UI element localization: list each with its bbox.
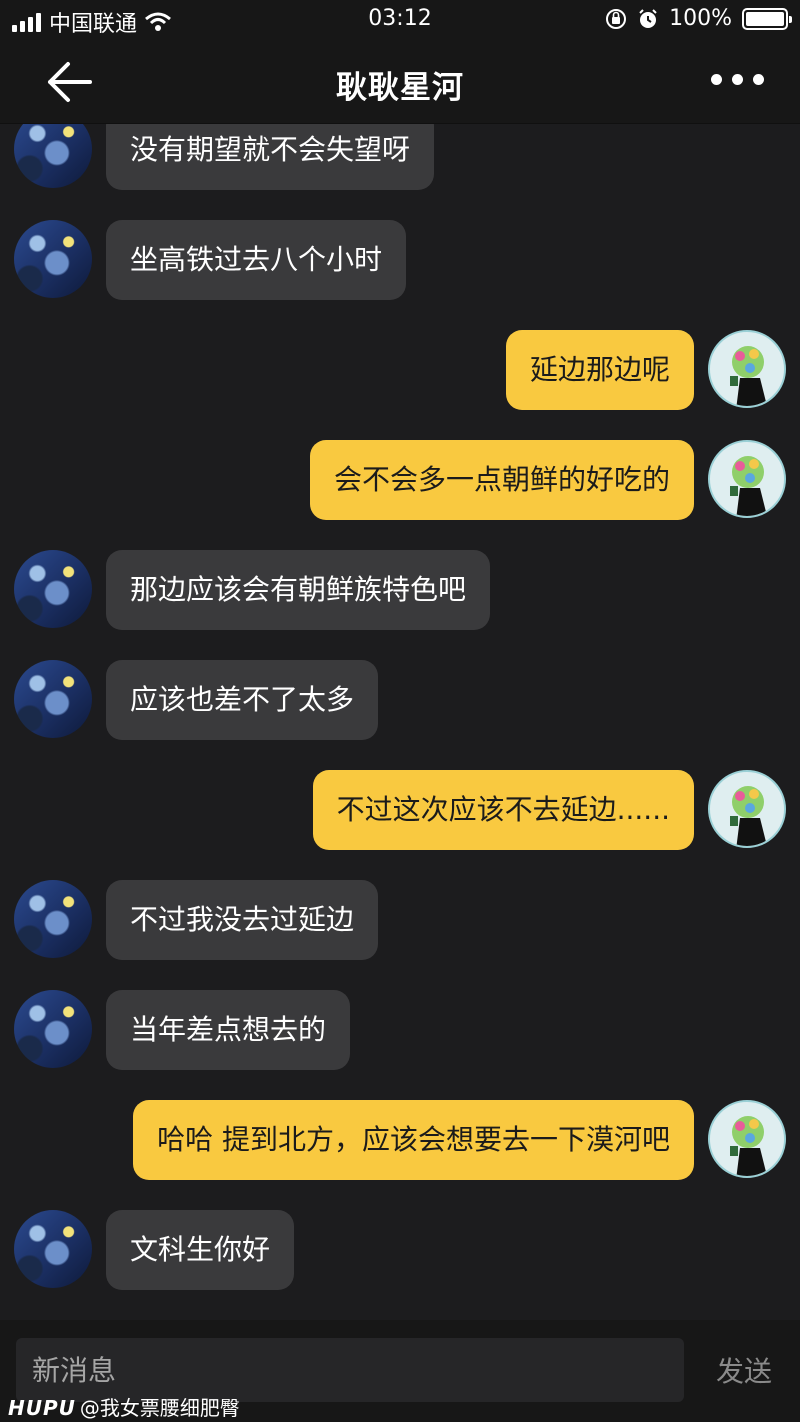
message-item: 文科生你好 bbox=[0, 1210, 800, 1290]
more-options-icon[interactable] bbox=[711, 74, 764, 85]
message-item: 延边那边呢 bbox=[0, 330, 800, 410]
message-item: 会不会多一点朝鲜的好吃的 bbox=[0, 440, 800, 520]
battery-icon bbox=[742, 7, 792, 30]
user-avatar-icon bbox=[730, 456, 767, 516]
user-avatar-icon bbox=[730, 346, 767, 406]
message-item: 当年差点想去的 bbox=[0, 990, 800, 1070]
received-message-bubble[interactable]: 当年差点想去的 bbox=[106, 990, 351, 1070]
status-icons: 100% bbox=[605, 6, 792, 31]
sent-message-bubble[interactable]: 会不会多一点朝鲜的好吃的 bbox=[309, 440, 694, 520]
contact-avatar[interactable] bbox=[14, 990, 92, 1068]
chat-title: 耿耿星河 bbox=[336, 70, 464, 106]
contact-avatar[interactable] bbox=[14, 550, 92, 628]
message-item: 那边应该会有朝鲜族特色吧 bbox=[0, 550, 800, 630]
received-message-bubble[interactable]: 文科生你好 bbox=[106, 1210, 295, 1290]
message-item: 不过这次应该不去延边...... bbox=[0, 770, 800, 850]
watermark-brand: HUPU bbox=[8, 1396, 76, 1420]
nav-bar: 耿耿星河 bbox=[0, 40, 800, 124]
sent-message-bubble[interactable]: 不过这次应该不去延边...... bbox=[312, 770, 694, 850]
battery-percent: 100% bbox=[669, 6, 732, 31]
status-bar: 中国联通 03:12 100% bbox=[0, 0, 800, 40]
message-item: 哈哈 提到北方，应该会想要去一下漠河吧 bbox=[0, 1100, 800, 1180]
message-item: 没有期望就不会失望呀 bbox=[0, 124, 800, 190]
message-item: 坐高铁过去八个小时 bbox=[0, 220, 800, 300]
received-message-bubble[interactable]: 坐高铁过去八个小时 bbox=[106, 220, 407, 300]
message-item: 不过我没去过延边 bbox=[0, 880, 800, 960]
watermark: HUPU @我女票腰细肥臀 bbox=[8, 1392, 240, 1421]
contact-avatar[interactable] bbox=[14, 660, 92, 738]
user-avatar[interactable] bbox=[708, 770, 786, 848]
sent-message-bubble[interactable]: 延边那边呢 bbox=[505, 330, 694, 410]
send-button[interactable]: 发送 bbox=[716, 1350, 772, 1390]
contact-avatar[interactable] bbox=[14, 220, 92, 298]
received-message-bubble[interactable]: 不过我没去过延边 bbox=[106, 880, 379, 960]
contact-avatar[interactable] bbox=[14, 1210, 92, 1288]
message-item: 应该也差不了太多 bbox=[0, 660, 800, 740]
user-avatar[interactable] bbox=[708, 330, 786, 408]
received-message-bubble[interactable]: 应该也差不了太多 bbox=[106, 660, 379, 740]
watermark-user: @我女票腰细肥臀 bbox=[79, 1396, 240, 1420]
chat-list[interactable]: 没有期望就不会失望呀 坐高铁过去八个小时 延边那边呢 会不会多一点朝鲜的好吃的 bbox=[0, 124, 800, 1320]
sent-message-bubble[interactable]: 哈哈 提到北方，应该会想要去一下漠河吧 bbox=[133, 1100, 694, 1180]
user-avatar-icon bbox=[730, 786, 767, 846]
contact-avatar[interactable] bbox=[14, 124, 92, 188]
alarm-icon bbox=[639, 8, 657, 28]
user-avatar[interactable] bbox=[708, 1100, 786, 1178]
contact-avatar[interactable] bbox=[14, 880, 92, 958]
user-avatar[interactable] bbox=[708, 440, 786, 518]
received-message-bubble[interactable]: 没有期望就不会失望呀 bbox=[106, 124, 435, 190]
orientation-lock-icon bbox=[606, 8, 627, 29]
received-message-bubble[interactable]: 那边应该会有朝鲜族特色吧 bbox=[106, 550, 491, 630]
user-avatar-icon bbox=[730, 1116, 767, 1176]
